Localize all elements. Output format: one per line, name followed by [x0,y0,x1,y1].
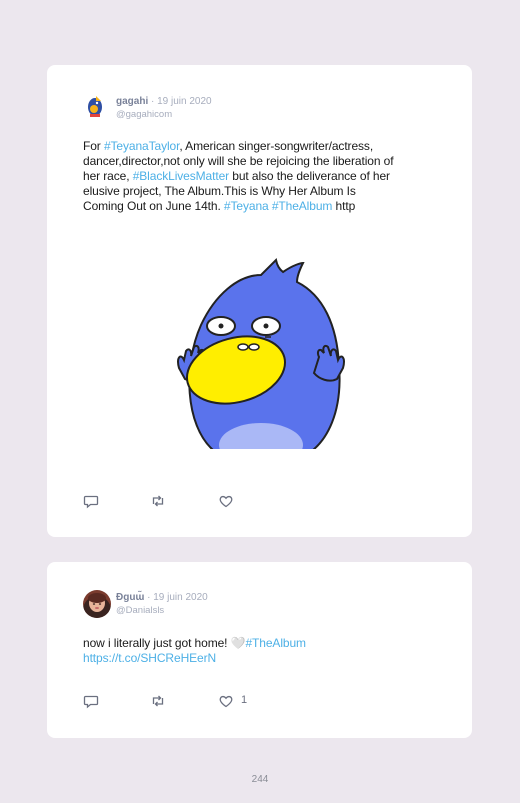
avatar[interactable] [83,93,109,119]
text-segment: now i literally just got home! [83,636,231,650]
like-button[interactable] [218,693,234,709]
hashtag-link[interactable]: #Teyana [224,199,269,213]
hashtag-link[interactable]: #BlackLivesMatter [133,169,229,183]
tweet-text-line: now i literally just got home! 🤍#TheAlbu… [83,636,306,651]
text-segment: , American singer-songwriter/actress, [179,139,374,153]
text-segment: http [332,199,356,213]
user-photo-icon [83,590,111,618]
username[interactable]: gagahi · 19 juin 2020 [116,96,212,107]
retweet-icon [152,695,164,707]
text-segment: For [83,139,104,153]
retweet-button[interactable] [150,493,166,509]
user-handle[interactable]: @gagahicom [116,109,172,120]
like-button[interactable] [218,493,234,509]
text-segment: dancer,director,not only will she be rej… [83,154,394,168]
tweet-text-line: https://t.co/SHCReHEerN [83,651,306,666]
blue-bird-sticker-icon [177,257,345,449]
text-segment: elusive project, The Album.This is Why H… [83,184,356,198]
retweet-icon [152,495,164,507]
reply-icon [83,695,99,709]
hashtag-link[interactable]: https://t.co/SHCReHEerN [83,651,216,665]
bird-avatar-icon [83,93,109,119]
tweet-text: now i literally just got home! 🤍#TheAlbu… [83,636,306,666]
tweet-actions [83,493,283,509]
tweet-date: · 19 juin 2020 [151,96,212,107]
avatar[interactable] [83,590,111,618]
tweet-text: For #TeyanaTaylor, American singer-songw… [83,139,394,214]
user-handle[interactable]: @Danialsls [116,605,164,616]
tweet-text-line: dancer,director,not only will she be rej… [83,154,394,169]
reply-icon [83,495,99,509]
tweet-text-line: her race, #BlackLivesMatter but also the… [83,169,393,184]
white-heart-emoji: 🤍 [230,636,246,650]
like-count: 1 [241,694,248,706]
heart-icon [219,695,233,708]
reply-button[interactable] [83,493,99,509]
text-segment: her race, [83,169,133,183]
tweet-image[interactable] [173,255,349,455]
tweet-text-line: For #TeyanaTaylor, American singer-songw… [83,139,393,154]
tweet-card: Ðɡuɯ̃ · 19 juin 2020 @Danialsls now i li… [47,562,472,738]
tweet-date: · 19 juin 2020 [147,592,208,603]
text-segment: but also the deliverance of her [229,169,390,183]
text-segment: Coming Out on June 14th. [83,199,224,213]
hashtag-link[interactable]: #TeyanaTaylor [104,139,180,153]
page-number: 244 [251,774,269,785]
tweet-text-line: elusive project, The Album.This is Why H… [83,184,393,199]
tweet-card: gagahi · 19 juin 2020 @gagahicom For #Te… [47,65,472,537]
hashtag-link[interactable]: #TheAlbum [245,636,306,650]
reply-button[interactable] [83,693,99,709]
retweet-button[interactable] [150,693,166,709]
tweet-actions: 1 [83,693,283,709]
username-text: gagahi [116,96,149,107]
username-text: Ðɡuɯ̃ [116,592,145,603]
hashtag-link[interactable]: #TheAlbum [272,199,333,213]
tweet-text-line: Coming Out on June 14th. #Teyana #TheAlb… [83,199,393,214]
username[interactable]: Ðɡuɯ̃ · 19 juin 2020 [116,592,208,603]
heart-icon [219,495,233,508]
